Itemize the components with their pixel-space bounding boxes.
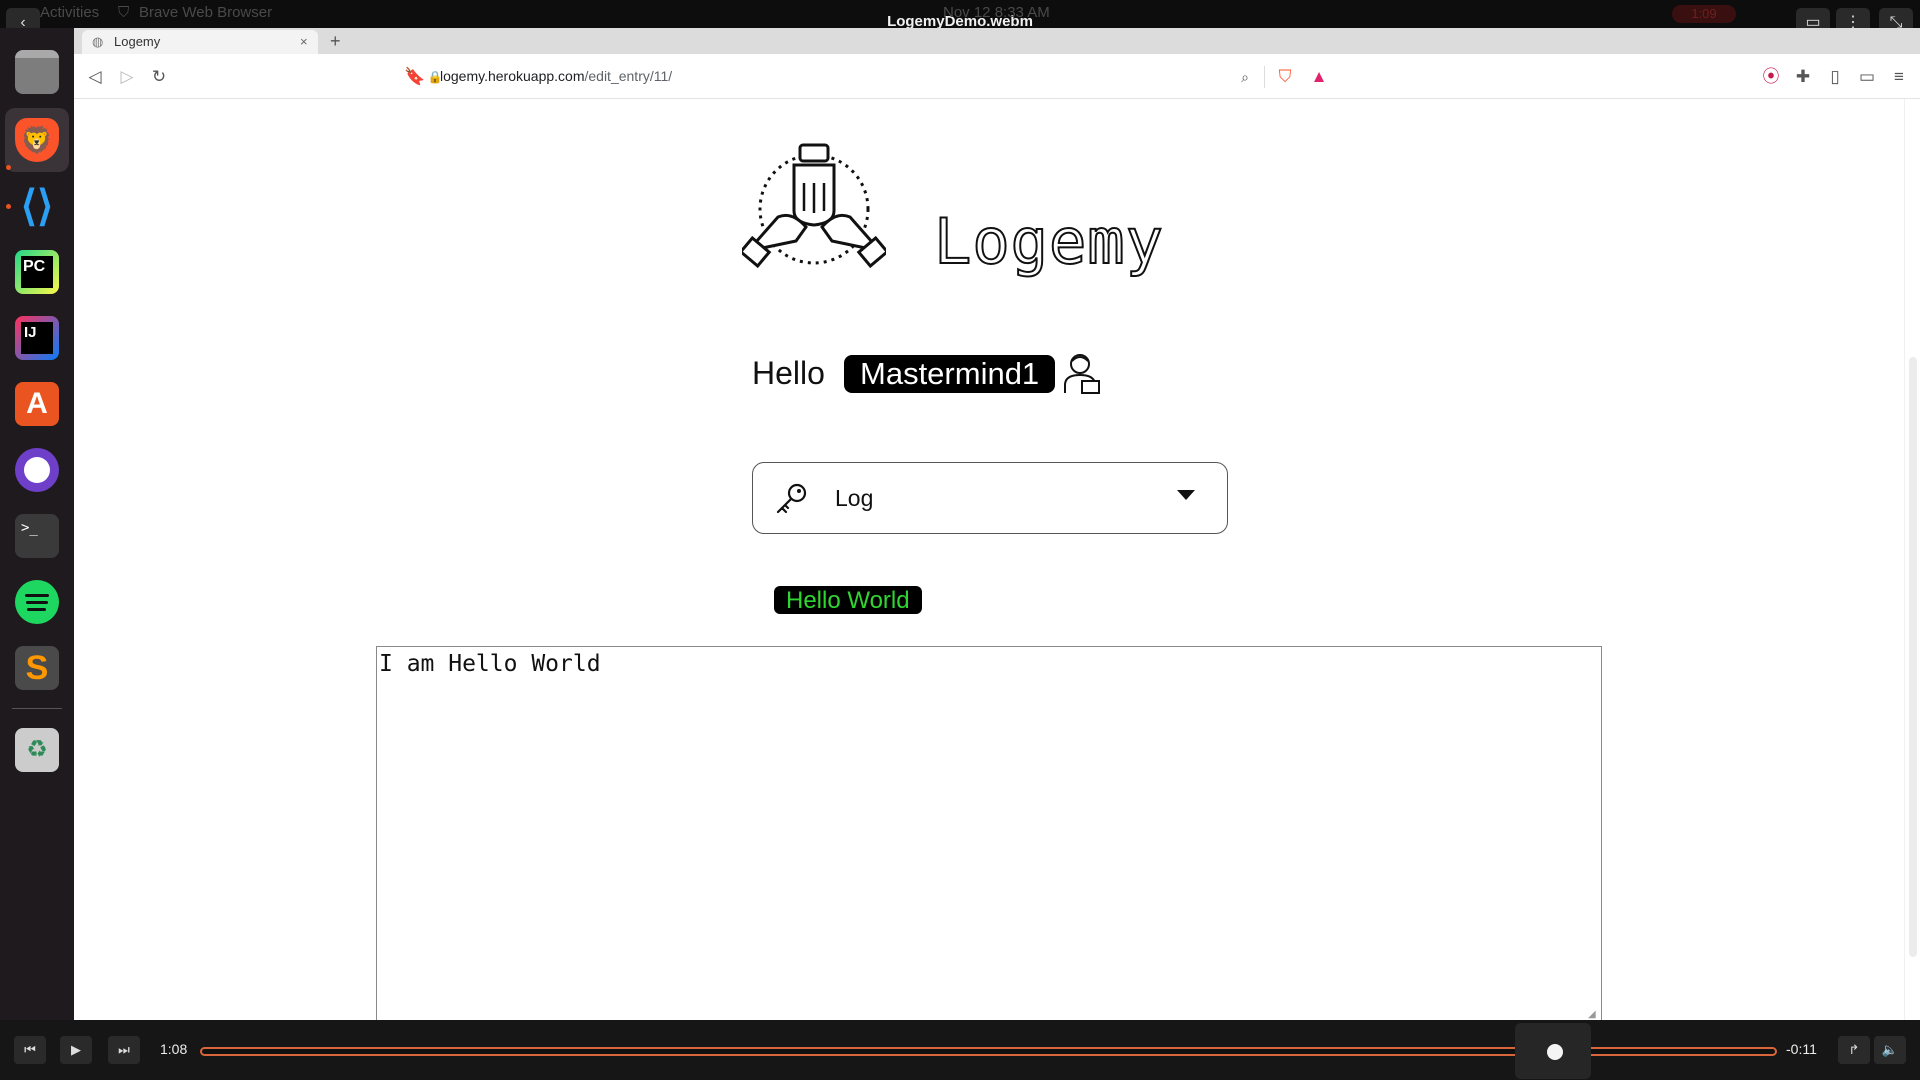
brave-rewards-icon[interactable]: ▲: [1308, 66, 1330, 88]
log-type-select[interactable]: Log: [752, 462, 1228, 534]
back-arrow-icon[interactable]: ◁: [84, 66, 106, 88]
user-avatar-icon: [1064, 354, 1100, 394]
sublime-text-icon[interactable]: S: [15, 646, 59, 690]
remaining-time: -0:11: [1786, 1041, 1817, 1057]
terminal-icon[interactable]: >_: [15, 514, 59, 558]
record-icon[interactable]: ⦿: [1760, 66, 1782, 88]
page-scrollbar[interactable]: [1904, 99, 1920, 1020]
sidebar-icon[interactable]: ▯: [1824, 66, 1846, 88]
brave-shields-icon[interactable]: ⛉: [1274, 66, 1296, 88]
elapsed-time: 1:08: [160, 1041, 188, 1057]
ghost-recording-badge: 1:09: [1672, 5, 1736, 23]
forward-arrow-icon[interactable]: ▷: [116, 66, 138, 88]
tab-logemy[interactable]: ◍ Logemy ×: [82, 30, 318, 54]
address-bar[interactable]: logemy.herokuapp.com/edit_entry/11/: [440, 64, 672, 88]
entry-title-badge: Hello World: [774, 586, 922, 614]
seek-knob[interactable]: [1546, 1044, 1563, 1060]
skip-forward-icon[interactable]: ⏭: [108, 1036, 140, 1064]
pycharm-icon[interactable]: PC: [15, 250, 59, 294]
vscode-icon[interactable]: ⟨⟩: [15, 184, 59, 228]
username-badge: Mastermind1: [844, 355, 1056, 393]
resize-handle-icon[interactable]: ◢: [1588, 1009, 1598, 1020]
trash-icon[interactable]: ♻: [15, 728, 59, 772]
url-path: /edit_entry/11/: [584, 68, 673, 84]
select-value: Log: [835, 485, 874, 511]
globe-icon: ◍: [92, 34, 104, 49]
spotify-icon[interactable]: [15, 580, 59, 624]
extensions-icon[interactable]: ✚: [1792, 66, 1814, 88]
wallet-icon[interactable]: ▭: [1856, 66, 1878, 88]
greeting-text: Hello: [752, 355, 825, 391]
teamwork-hands-logo-icon: [742, 143, 886, 269]
toolbar-divider: [1264, 66, 1265, 88]
dock: 🦁 ⟨⟩ PC IJ A >_ S ♻: [0, 28, 74, 1020]
ghost-clock: Nov 12 8:33 AM: [943, 4, 1050, 21]
zoom-icon[interactable]: ⌕: [1234, 66, 1256, 88]
video-controls: ⏮ ▶ ⏭ 1:08 -0:11 ↱ 🔈: [0, 1020, 1920, 1080]
close-icon[interactable]: ×: [300, 30, 308, 54]
play-icon[interactable]: ▶: [60, 1036, 92, 1064]
seek-knob-area[interactable]: [1514, 1023, 1591, 1079]
new-tab-button[interactable]: +: [330, 28, 341, 54]
bookmark-icon[interactable]: 🔖: [404, 66, 426, 88]
loop-icon[interactable]: ↱: [1838, 1036, 1870, 1064]
dock-separator: [12, 708, 62, 709]
volume-icon[interactable]: 🔈: [1874, 1036, 1906, 1064]
scrollbar-thumb[interactable]: [1909, 357, 1917, 957]
skip-back-icon[interactable]: ⏮: [14, 1036, 46, 1064]
entry-body-textarea[interactable]: I am Hello World: [376, 646, 1602, 1024]
key-icon: [776, 483, 807, 514]
player-title-bar: ‹ Activities ⛉ Brave Web Browser LogemyD…: [0, 0, 1920, 38]
page-content: Logemy Hello Mastermind1 Log Hello World: [74, 99, 1920, 1024]
brave-browser-icon[interactable]: 🦁: [15, 118, 59, 162]
tab-strip: ◍ Logemy × +: [74, 28, 1920, 54]
logo-wordmark: Logemy: [933, 204, 1164, 279]
tab-title: Logemy: [114, 34, 161, 49]
menu-icon[interactable]: ≡: [1888, 66, 1910, 88]
browser-toolbar: ◁ ▷ ↻ 🔖 🔒 logemy.herokuapp.com/edit_entr…: [74, 54, 1920, 99]
intellij-icon[interactable]: IJ: [15, 316, 59, 360]
github-desktop-icon[interactable]: [15, 448, 59, 492]
browser-window: ◍ Logemy × + ◁ ▷ ↻ 🔖 🔒 logemy.herokuapp.…: [74, 28, 1920, 1024]
url-host: logemy.herokuapp.com: [440, 68, 585, 84]
running-indicator: [6, 204, 11, 209]
running-indicator: [6, 165, 11, 170]
chevron-down-icon: [1177, 490, 1195, 500]
app-center-icon[interactable]: A: [15, 382, 59, 426]
files-icon[interactable]: [15, 50, 59, 94]
reload-icon[interactable]: ↻: [148, 66, 170, 88]
